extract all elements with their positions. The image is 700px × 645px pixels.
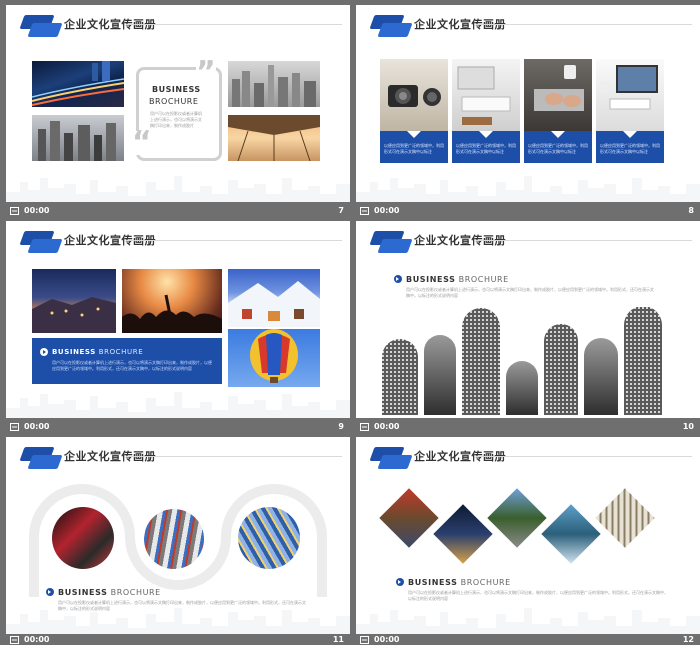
diamond-photo-facade	[595, 488, 655, 548]
clock-icon	[360, 207, 369, 215]
play-arrow	[43, 350, 46, 354]
clock-icon	[360, 636, 369, 644]
slide-10[interactable]: 企业文化宣传画册 BUSINESS BROCHURE 用户可以在投影仪或者计算机…	[356, 221, 700, 418]
brochure-bold: BUSINESS	[58, 588, 108, 597]
glass-roof-circle	[238, 507, 300, 569]
quote-title-2: BROCHURE	[149, 97, 199, 106]
caption-notch	[407, 131, 421, 138]
divider	[476, 24, 692, 25]
brochure-bold: BUSINESS	[408, 578, 458, 587]
play-circle-icon	[46, 588, 54, 596]
pier-photo	[228, 115, 320, 161]
time-label: 00:00	[24, 206, 50, 215]
red-building-circle	[52, 507, 114, 569]
diamond-photo-tower	[541, 504, 601, 564]
divider	[126, 240, 342, 241]
divider	[126, 456, 342, 457]
city-silhouette	[356, 608, 700, 634]
caption-notch	[623, 131, 637, 138]
diamond-photo-train	[379, 488, 439, 548]
quote-title-1: BUSINESS	[152, 85, 201, 94]
slide-number: 12	[682, 635, 694, 644]
imac-photo	[596, 59, 664, 131]
slide-10-footer: 00:00 10	[356, 418, 700, 437]
city-aerial-photo	[32, 115, 124, 161]
logo-icon	[368, 447, 413, 471]
slide-11-footer: 00:00 11	[6, 634, 350, 645]
brochure-light: BROCHURE	[110, 588, 161, 597]
caption-notch	[479, 131, 493, 138]
night-traffic-photo	[32, 61, 124, 107]
slide-9-footer: 00:00 9	[6, 418, 350, 437]
hot-air-balloon-photo	[228, 329, 320, 387]
brochure-text: 用户可以在投影仪或者计算机上进行演示，也可以将演示文稿打印出来，制作成胶片，以便…	[406, 287, 654, 298]
caption-notch	[551, 131, 565, 138]
diamond-photo-night	[433, 504, 493, 564]
slide-number: 7	[338, 206, 344, 215]
time-label: 00:00	[374, 206, 400, 215]
snow-village-photo	[228, 269, 320, 327]
brochure-light: BROCHURE	[458, 275, 509, 284]
slide-7[interactable]: 企业文化宣传画册 “ ” BUSINESS BROCHURE 用户可以在投影仪或…	[6, 5, 350, 202]
slide-9[interactable]: 企业文化宣传画册 BUSINESS BROCHURE 用户可以在投影仪或者计算机…	[6, 221, 350, 418]
clock-icon	[10, 423, 19, 431]
clock-icon	[10, 207, 19, 215]
slide-11[interactable]: 企业文化宣传画册 BUSINESS BROCHURE 用户可以在投影仪或者计算机…	[6, 437, 350, 634]
slide-number: 8	[688, 206, 694, 215]
logo-icon	[368, 231, 413, 255]
logo-icon	[18, 447, 63, 471]
caption-text: 以便应用到更广泛的领域中，利用形式可在演示文稿中以标注	[600, 143, 660, 154]
city-silhouette	[6, 392, 350, 418]
brochure-bold: BUSINESS	[406, 275, 456, 284]
slide-number: 10	[682, 422, 694, 431]
slide-number: 11	[332, 635, 344, 644]
time-label: 00:00	[374, 635, 400, 644]
logo-icon	[18, 15, 63, 39]
time-label: 00:00	[374, 422, 400, 431]
slide-8-footer: 00:00 8	[356, 202, 700, 221]
brochure-heading: BUSINESS BROCHURE	[408, 578, 511, 587]
quote-text: 用户可以在投影仪或者计算机上进行演示，也可以将演示文稿打印出来，制作成胶片	[150, 111, 202, 128]
divider	[476, 456, 692, 457]
time-label: 00:00	[24, 635, 50, 644]
pipes-building-circle	[144, 509, 204, 569]
quote-close-icon: ”	[196, 55, 216, 90]
camera-photo	[380, 59, 448, 131]
concert-crowd-photo	[122, 269, 222, 333]
skyline-photo	[228, 61, 320, 107]
diamond-photo-cyclist	[487, 488, 547, 548]
skyscraper-arches-photo	[382, 307, 662, 415]
brochure-light: BROCHURE	[98, 348, 144, 356]
divider	[476, 240, 692, 241]
slide-7-footer: 00:00 7	[6, 202, 350, 221]
desk-keyboard-photo	[452, 59, 520, 131]
brochure-heading: BUSINESS BROCHURE	[406, 275, 509, 284]
play-circle-icon	[394, 275, 402, 283]
city-silhouette	[6, 176, 350, 202]
brochure-heading: BUSINESS BROCHURE	[52, 348, 143, 356]
time-label: 00:00	[24, 422, 50, 431]
caption-text: 以便应用到更广泛的领域中，利用形式可在演示文稿中以标注	[384, 143, 444, 154]
logo-icon	[368, 15, 413, 39]
brochure-text: 用户可以在投影仪或者计算机上进行演示，也可以将演示文稿打印出来，制作成胶片，以便…	[52, 360, 212, 371]
slide-12-footer: 00:00 12	[356, 634, 700, 645]
city-silhouette	[6, 608, 350, 634]
quote-open-icon: “	[132, 125, 152, 160]
caption-text: 以便应用到更广泛的领域中，利用形式可在演示文稿中以标注	[528, 143, 588, 154]
slide-number: 9	[338, 422, 344, 431]
caption-text: 以便应用到更广泛的领域中，利用形式可在演示文稿中以标注	[456, 143, 516, 154]
city-silhouette	[356, 176, 700, 202]
slide-8[interactable]: 企业文化宣传画册 以便应用到更广泛的领域中，利用形式可在演示文稿中以标注 以便应…	[356, 5, 700, 202]
brochure-light: BROCHURE	[460, 578, 511, 587]
divider	[126, 24, 342, 25]
clock-icon	[10, 636, 19, 644]
logo-icon	[18, 231, 63, 255]
laptop-hands-photo	[524, 59, 592, 131]
brochure-heading: BUSINESS BROCHURE	[58, 588, 161, 597]
slide-12[interactable]: 企业文化宣传画册 BUSINESS BROCHURE 用户可以在投影仪或者计算机…	[356, 437, 700, 634]
brochure-bold: BUSINESS	[52, 348, 96, 356]
coastal-town-photo	[32, 269, 116, 333]
play-circle-icon	[396, 578, 404, 586]
clock-icon	[360, 423, 369, 431]
